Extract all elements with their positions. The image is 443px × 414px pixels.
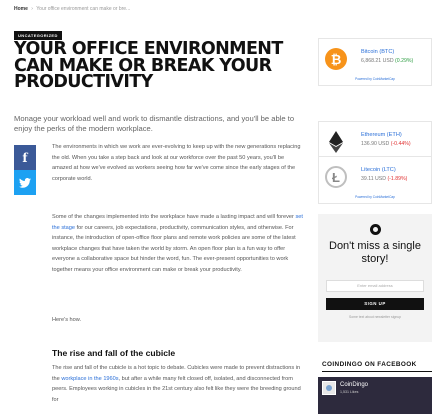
crypto-price: 136.90 USD (-0.44%) [361, 141, 411, 147]
facebook-share-button[interactable]: f [14, 145, 36, 170]
newsletter-note: Some text about newsletter signup [348, 315, 402, 319]
section-heading: The rise and fall of the cubicle [52, 348, 176, 358]
price-change: (0.29%) [395, 58, 414, 64]
twitter-share-button[interactable] [14, 170, 36, 195]
breadcrumb: Home › Your office environment can make … [14, 6, 130, 12]
email-input[interactable]: Enter email address [326, 280, 424, 292]
bitcoin-icon: ₿ [325, 48, 347, 70]
paragraph-text: Some of the changes implemented into the… [52, 214, 296, 220]
price-value: 136.90 USD [361, 141, 390, 147]
crypto-price: 39.11 USD (-1.89%) [361, 176, 407, 182]
facebook-page-widget[interactable]: CoinDingo 1,531 Likes [318, 377, 432, 414]
article-paragraph: The environments in which we work are ev… [52, 144, 301, 182]
workplace-1960s-link[interactable]: workplace in the 1960s [61, 376, 118, 382]
divider [322, 371, 432, 372]
price-change: (-0.44%) [390, 141, 411, 147]
crypto-name[interactable]: Ethereum (ETH) [361, 132, 402, 138]
breadcrumb-current: Your office environment can make or bre.… [36, 6, 131, 12]
twitter-icon [19, 177, 31, 188]
facebook-likes: 1,531 Likes [340, 390, 359, 394]
article-paragraph: The rise and fall of the cubicle is a ho… [52, 363, 304, 405]
newsletter-title: Don't miss a single story! [329, 240, 421, 265]
bitcoin-price-widget: ₿ Bitcoin (BTC) 6,868.21 USD (0.29%) Pow… [318, 38, 432, 86]
ethereum-icon [325, 131, 347, 153]
article-paragraph: Here's how. [52, 317, 82, 323]
avatar [322, 381, 336, 395]
crypto-name[interactable]: Litecoin (LTC) [361, 167, 396, 173]
facebook-widget-heading: COINDINGO ON FACEBOOK [322, 361, 417, 368]
article-paragraph: Some of the changes implemented into the… [52, 212, 304, 276]
litecoin-icon: Ł [325, 166, 347, 188]
powered-by-link[interactable]: Powered by CoinMarketCap [319, 195, 431, 199]
breadcrumb-home[interactable]: Home [14, 6, 28, 12]
paragraph-text: for our careers, job expectations, produ… [52, 224, 296, 273]
facebook-icon: f [22, 150, 28, 165]
facebook-page-name[interactable]: CoinDingo [340, 382, 368, 388]
signup-button[interactable]: SIGN UP [326, 298, 424, 310]
article-title: YOUR OFFICE ENVIRONMENT CAN MAKE OR BREA… [14, 39, 283, 92]
newsletter-widget: Don't miss a single story! Enter email a… [318, 214, 432, 342]
price-value: 39.11 USD [361, 176, 386, 182]
crypto-name[interactable]: Bitcoin (BTC) [361, 49, 394, 55]
price-value: 6,868.21 USD [361, 58, 394, 64]
price-change: (-1.89%) [387, 176, 408, 182]
article-subtitle: Monage your workload well and work to di… [14, 114, 295, 133]
powered-by-link[interactable]: Powered by CoinMarketCap [319, 77, 431, 81]
litecoin-price-widget: Ł Litecoin (LTC) 39.11 USD (-1.89%) Powe… [318, 156, 432, 204]
newsletter-icon [370, 224, 381, 235]
crypto-price: 6,868.21 USD (0.29%) [361, 58, 413, 64]
breadcrumb-separator: › [31, 6, 33, 12]
